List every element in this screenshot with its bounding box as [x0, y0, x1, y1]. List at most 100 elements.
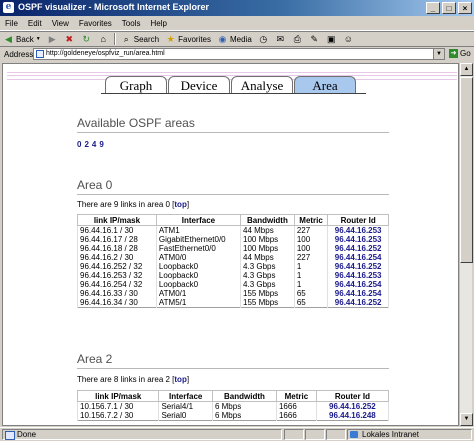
- metric-cell: 65: [293, 298, 329, 308]
- menu-favorites[interactable]: Favorites: [74, 19, 117, 28]
- area-2-info-text: There are 8 links in area 2 [: [77, 375, 175, 384]
- toolbar-separator: [113, 33, 116, 45]
- top-link[interactable]: top: [174, 375, 186, 384]
- toolbar: ◀ Back ▼ ▶ ✖ ↻ ⌂ ⌕ Search ★ Favorites ◉ …: [0, 31, 474, 47]
- scroll-up-icon[interactable]: ▲: [460, 63, 473, 76]
- back-button[interactable]: ◀ Back ▼: [0, 34, 44, 45]
- router-id-link[interactable]: 96.44.16.253: [327, 271, 389, 280]
- back-label: Back: [16, 34, 34, 44]
- router-id-link[interactable]: 96.44.16.252: [327, 262, 389, 271]
- minimize-button[interactable]: _: [426, 2, 440, 14]
- scroll-down-icon[interactable]: ▼: [460, 413, 473, 426]
- col-interface: Interface: [158, 390, 213, 402]
- bandwidth-cell: 4.3 Gbps: [240, 280, 295, 289]
- router-id-link[interactable]: 96.44.16.253: [327, 235, 389, 244]
- tab-graph[interactable]: Graph: [105, 76, 167, 93]
- status-panel: [284, 429, 304, 440]
- tab-device[interactable]: Device: [168, 76, 230, 93]
- vertical-scrollbar[interactable]: ▲ ▼: [459, 63, 473, 426]
- history-button[interactable]: ◷: [255, 34, 272, 45]
- edit-icon: ✎: [310, 33, 319, 44]
- area-0-info-suffix: ]: [186, 200, 190, 209]
- metric-cell: 227: [293, 225, 329, 235]
- router-id-link[interactable]: 96.44.16.254: [327, 280, 389, 289]
- col-bandwidth: Bandwidth: [211, 390, 277, 402]
- forward-arrow-icon: ▶: [48, 33, 56, 44]
- security-zone: Lokales Intranet: [347, 429, 472, 440]
- interface-cell: Serial0: [158, 411, 213, 421]
- forward-button[interactable]: ▶: [44, 34, 61, 45]
- table-row: 96.44.16.2 / 30 ATM0/0 44 Mbps 227 96.44.16.…: [77, 253, 389, 262]
- address-input[interactable]: http://goldeneye/ospfviz_run/area.html ▼: [33, 48, 445, 60]
- interface-cell: GigabitEthernet0/0: [155, 235, 242, 244]
- metric-cell: 1: [293, 262, 329, 271]
- intranet-icon: [350, 431, 358, 438]
- col-router-id: Router Id: [315, 390, 390, 402]
- col-router-id: Router Id: [327, 214, 389, 226]
- area-link-2[interactable]: 2: [84, 140, 88, 149]
- title-bar: e OSPF visualizer - Microsoft Internet E…: [0, 0, 474, 16]
- bandwidth-cell: 100 Mbps: [240, 244, 295, 253]
- stop-button[interactable]: ✖: [61, 34, 78, 45]
- search-label: Search: [133, 34, 160, 44]
- discuss-button[interactable]: ▣: [323, 34, 340, 45]
- table-header-row: link IP/mask Interface Bandwidth Metric …: [77, 214, 389, 226]
- close-button[interactable]: ×: [458, 2, 472, 14]
- router-id-link[interactable]: 96.44.16.254: [327, 289, 389, 298]
- refresh-button[interactable]: ↻: [78, 34, 95, 45]
- metric-cell: 1666: [275, 401, 317, 411]
- area-0-info-text: There are 9 links in area 0 [: [77, 200, 175, 209]
- print-button[interactable]: ⎙: [289, 34, 306, 45]
- router-id-link[interactable]: 96.44.16.252: [327, 244, 389, 253]
- router-id-link[interactable]: 96.44.16.253: [327, 225, 389, 235]
- discuss-icon: ▣: [327, 33, 336, 44]
- edit-page-button[interactable]: ✎: [306, 34, 323, 45]
- bandwidth-cell: 44 Mbps: [240, 253, 295, 262]
- area-link-0[interactable]: 0: [77, 140, 81, 149]
- go-button[interactable]: ➜ Go: [449, 49, 471, 58]
- menu-view[interactable]: View: [47, 19, 74, 28]
- favorites-button[interactable]: ★ Favorites: [162, 34, 214, 45]
- menu-file[interactable]: File: [0, 19, 23, 28]
- link-ip-cell: 10.156.7.2 / 30: [76, 411, 160, 421]
- router-id-link[interactable]: 96.44.16.254: [327, 253, 389, 262]
- area-2-table: link IP/mask Interface Bandwidth Metric …: [76, 390, 390, 421]
- router-id-link[interactable]: 96.44.16.248: [315, 411, 390, 421]
- maximize-button[interactable]: □: [442, 2, 456, 14]
- messenger-button[interactable]: ☺: [340, 34, 357, 45]
- link-ip-cell: 96.44.16.18 / 28: [77, 244, 157, 253]
- search-button[interactable]: ⌕ Search: [118, 34, 162, 45]
- metric-cell: 1: [293, 271, 329, 280]
- favorites-label: Favorites: [178, 34, 212, 44]
- media-button[interactable]: ◉ Media: [214, 34, 255, 45]
- area-link-9[interactable]: 9: [99, 140, 103, 149]
- table-row: 10.156.7.1 / 30 Serial4/1 6 Mbps 1666 96.44.…: [76, 401, 390, 411]
- available-areas-heading: Available OSPF areas: [77, 116, 195, 130]
- col-metric: Metric: [293, 214, 329, 226]
- interface-cell: ATM0/0: [155, 253, 242, 262]
- router-id-link[interactable]: 96.44.16.252: [327, 298, 389, 308]
- metric-cell: 227: [293, 253, 329, 262]
- window-title: OSPF visualizer - Microsoft Internet Exp…: [18, 2, 210, 12]
- area-link-4[interactable]: 4: [92, 140, 96, 149]
- tab-area[interactable]: Area: [294, 76, 356, 93]
- address-dropdown-icon[interactable]: ▼: [433, 49, 444, 59]
- home-button[interactable]: ⌂: [95, 34, 112, 45]
- metric-cell: 100: [293, 235, 329, 244]
- tab-analyse[interactable]: Analyse: [231, 76, 293, 93]
- heading-rule: [77, 132, 389, 133]
- link-ip-cell: 96.44.16.1 / 30: [77, 225, 157, 235]
- mail-button[interactable]: ✉: [272, 34, 289, 45]
- go-label: Go: [460, 49, 471, 58]
- area-2-info-suffix: ]: [186, 375, 190, 384]
- interface-cell: FastEthernet0/0: [155, 244, 242, 253]
- menu-help[interactable]: Help: [145, 19, 171, 28]
- metric-cell: 1666: [275, 411, 317, 421]
- scroll-thumb[interactable]: [460, 77, 473, 263]
- top-link[interactable]: top: [174, 200, 186, 209]
- menu-edit[interactable]: Edit: [23, 19, 47, 28]
- table-row: 96.44.16.252 / 32 Loopback0 4.3 Gbps 1 96.44…: [77, 262, 389, 271]
- table-row: 96.44.16.1 / 30 ATM1 44 Mbps 227 96.44.16.25…: [77, 225, 389, 235]
- menu-tools[interactable]: Tools: [117, 19, 146, 28]
- router-id-link[interactable]: 96.44.16.252: [315, 401, 390, 411]
